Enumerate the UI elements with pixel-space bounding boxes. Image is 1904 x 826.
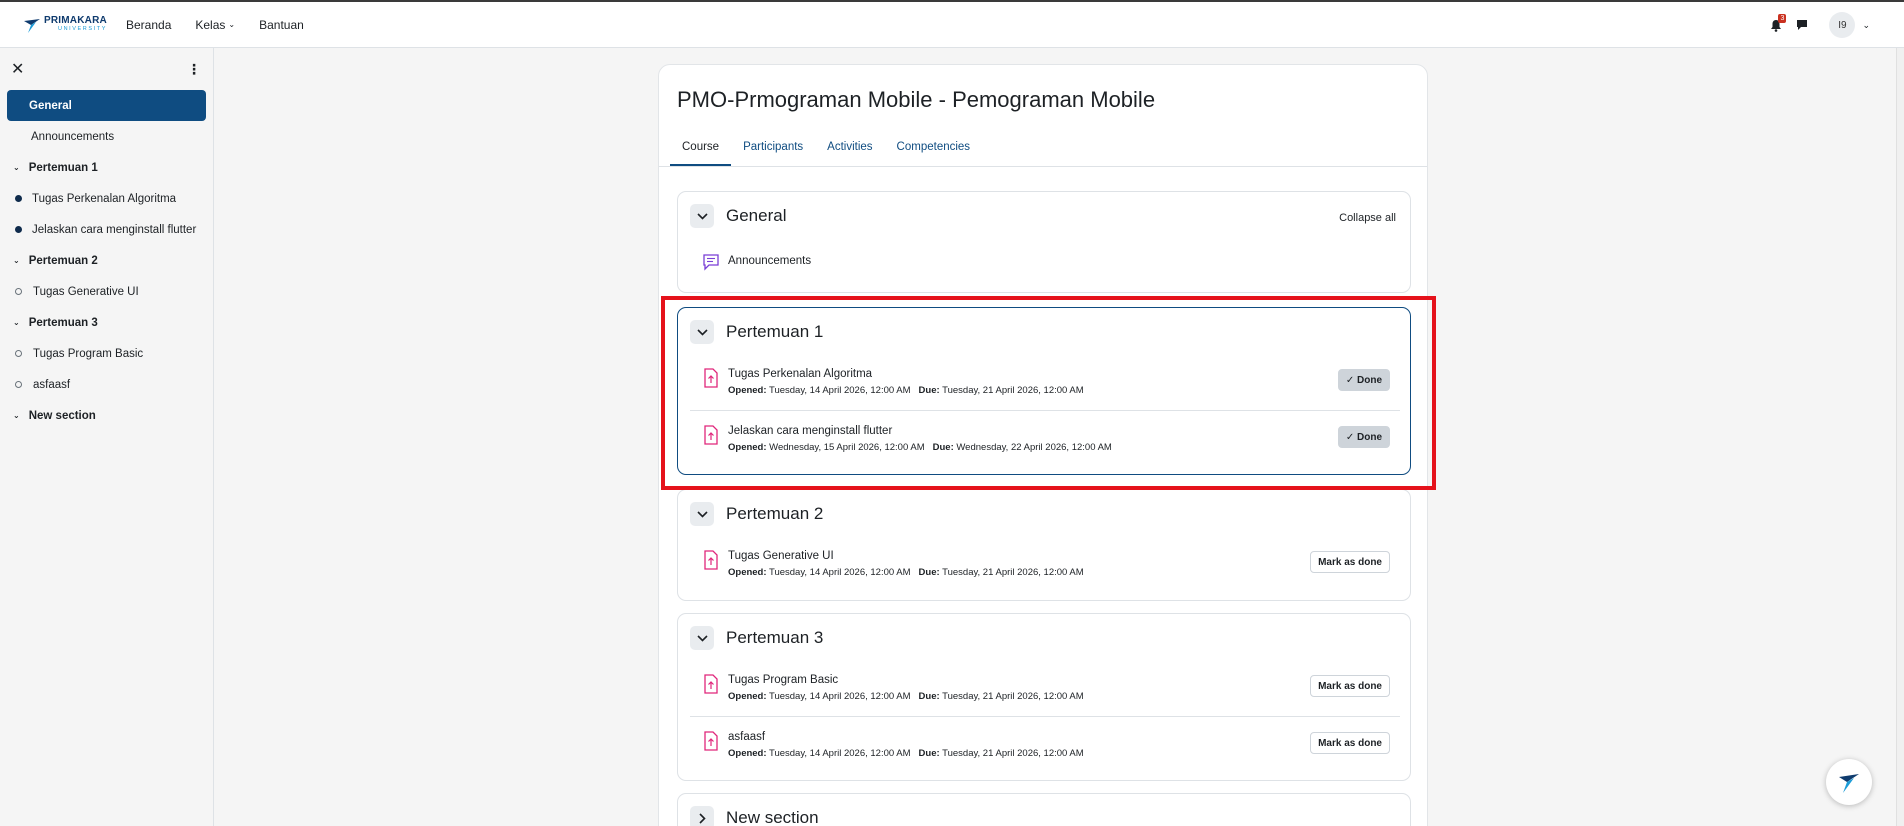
- chevron-down-icon: ⌄: [13, 163, 20, 172]
- course-tabs: Course Participants Activities Competenc…: [670, 131, 982, 166]
- drawer-item-tugas-perkenalan[interactable]: Tugas Perkenalan Algoritma: [7, 183, 206, 214]
- notification-badge: 3: [1778, 14, 1787, 23]
- primakara-logo-icon: [1839, 774, 1859, 793]
- drawer-item-general[interactable]: General: [7, 90, 206, 121]
- activity-name[interactable]: Tugas Program Basic: [728, 674, 838, 686]
- course-index-drawer: ✕ ⋮ General Announcements ⌄ Pertemuan 1 T…: [0, 48, 214, 826]
- activity-dates: Opened: Tuesday, 14 April 2026, 12:00 AM…: [728, 691, 1084, 702]
- kebab-menu-icon[interactable]: ⋮: [187, 61, 201, 78]
- collapse-all-link[interactable]: Collapse all: [1339, 212, 1396, 224]
- section-toggle-button[interactable]: [690, 204, 714, 228]
- drawer-section-pertemuan-2[interactable]: ⌄ Pertemuan 2: [7, 245, 206, 276]
- mark-as-done-button[interactable]: Mark as done: [1310, 551, 1390, 573]
- top-navbar: PRIMAKARA UNIVERSITY Beranda Kelas ⌄ Bant…: [0, 0, 1904, 48]
- primakara-logo-icon: [24, 18, 40, 33]
- floating-assistant-button[interactable]: [1826, 759, 1872, 805]
- incomplete-dot-icon: [15, 381, 22, 388]
- drawer-item-asfaasf[interactable]: asfaasf: [7, 369, 206, 400]
- assignment-icon: [704, 550, 718, 570]
- tab-participants[interactable]: Participants: [731, 131, 815, 166]
- chevron-down-icon: [696, 634, 708, 642]
- activity-dates: Opened: Tuesday, 14 April 2026, 12:00 AM…: [728, 748, 1084, 759]
- chevron-down-icon: ⌄: [228, 20, 236, 29]
- brand-name: PRIMAKARA: [44, 15, 107, 27]
- page-title: PMO-Prmograman Mobile - Pemograman Mobil…: [677, 87, 1156, 112]
- section-toggle-button[interactable]: [690, 806, 714, 826]
- chevron-down-icon: [696, 212, 708, 220]
- drawer-section-pertemuan-3[interactable]: ⌄ Pertemuan 3: [7, 307, 206, 338]
- section-toggle-button[interactable]: [690, 626, 714, 650]
- tab-course[interactable]: Course: [670, 131, 732, 166]
- drawer-item-jelaskan-flutter[interactable]: Jelaskan cara menginstall flutter: [7, 214, 206, 245]
- section-pertemuan-3: Pertemuan 3 Tugas Program Basic Opened: …: [677, 613, 1411, 781]
- drawer-item-announcements[interactable]: Announcements: [7, 121, 206, 152]
- chevron-down-icon: ⌄: [13, 411, 20, 420]
- incomplete-dot-icon: [15, 350, 22, 357]
- section-title: Pertemuan 3: [726, 628, 824, 647]
- activity-name[interactable]: Tugas Generative UI: [728, 550, 834, 562]
- section-general: General Collapse all Announcements: [677, 191, 1411, 293]
- forum-icon: [703, 254, 719, 271]
- chevron-right-icon: [698, 812, 706, 824]
- tab-activities[interactable]: Activities: [815, 131, 884, 166]
- completed-dot-icon: [15, 195, 22, 202]
- activity-dates: Opened: Tuesday, 14 April 2026, 12:00 AM…: [728, 567, 1084, 578]
- drawer-item-tugas-generative-ui[interactable]: Tugas Generative UI: [7, 276, 206, 307]
- user-avatar[interactable]: I9: [1829, 12, 1856, 38]
- section-new-section: New section: [677, 793, 1411, 826]
- notifications-button[interactable]: 3: [1763, 12, 1789, 38]
- chat-icon: [1797, 20, 1808, 30]
- activity-name[interactable]: asfaasf: [728, 731, 765, 743]
- drawer-section-pertemuan-1[interactable]: ⌄ Pertemuan 1: [7, 152, 206, 183]
- section-toggle-button[interactable]: [690, 502, 714, 526]
- nav-link-bantuan[interactable]: Bantuan: [259, 18, 304, 32]
- nav-link-beranda[interactable]: Beranda: [126, 18, 171, 32]
- section-title: General: [726, 206, 787, 225]
- brand-logo[interactable]: PRIMAKARA UNIVERSITY: [22, 15, 126, 35]
- tab-competencies[interactable]: Competencies: [885, 131, 983, 166]
- drawer-section-new-section[interactable]: ⌄ New section: [7, 400, 206, 431]
- activity-name[interactable]: Announcements: [728, 255, 811, 267]
- section-pertemuan-2: Pertemuan 2 Tugas Generative UI Opened: …: [677, 489, 1411, 601]
- nav-link-kelas[interactable]: Kelas ⌄: [195, 18, 235, 32]
- tabs-divider: [659, 166, 1427, 167]
- chevron-down-icon: ⌄: [13, 256, 20, 265]
- section-title: Pertemuan 2: [726, 504, 824, 523]
- close-drawer-icon[interactable]: ✕: [11, 59, 24, 79]
- mark-as-done-button[interactable]: Mark as done: [1310, 675, 1390, 697]
- section-title: New section: [726, 808, 819, 826]
- drawer-item-tugas-program-basic[interactable]: Tugas Program Basic: [7, 338, 206, 369]
- page-scrollbar[interactable]: [1896, 48, 1904, 826]
- completed-dot-icon: [15, 226, 22, 233]
- assignment-icon: [704, 731, 718, 751]
- chevron-down-icon[interactable]: ⌄: [1862, 20, 1870, 31]
- mark-as-done-button[interactable]: Mark as done: [1310, 732, 1390, 754]
- assignment-icon: [704, 674, 718, 694]
- messages-button[interactable]: [1789, 12, 1815, 38]
- activity-divider: [690, 716, 1400, 717]
- incomplete-dot-icon: [15, 288, 22, 295]
- highlight-annotation-box: [661, 296, 1436, 490]
- chevron-down-icon: ⌄: [13, 318, 20, 327]
- brand-subtitle: UNIVERSITY: [58, 26, 108, 33]
- chevron-down-icon: [696, 510, 708, 518]
